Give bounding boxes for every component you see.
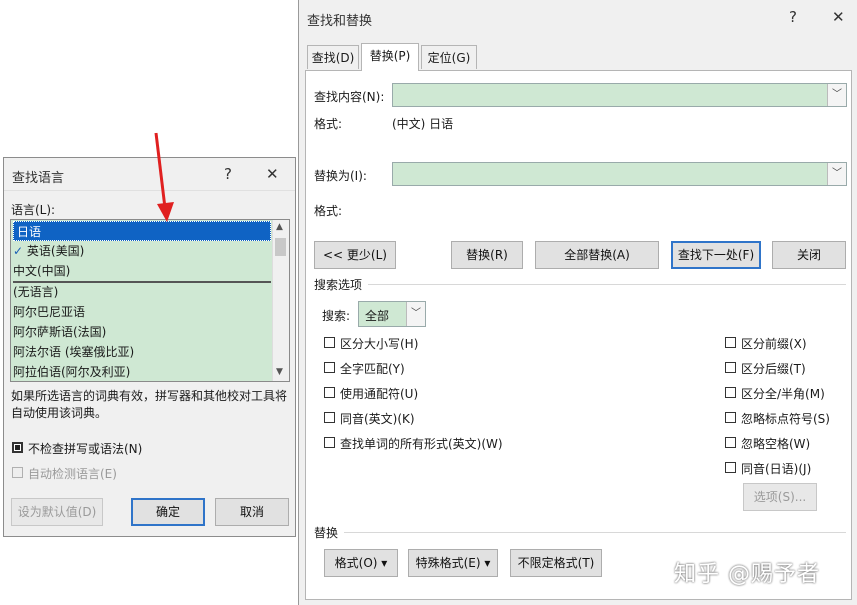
find-input[interactable]: ﹀ (392, 83, 847, 107)
replace-panel: 查找内容(N): ﹀ 格式: (中文) 日语 替换为(I): ﹀ 格式: << … (305, 70, 852, 600)
language-list[interactable]: 日语 ✓ 英语(美国) 中文(中国) (无语言) 阿尔巴尼亚语 阿尔萨斯语(法国… (10, 219, 290, 382)
replace-label: 替换为(I): (314, 169, 367, 183)
search-direction-arrow[interactable]: ﹀ (406, 302, 425, 326)
scroll-thumb[interactable] (275, 238, 286, 256)
find-format-value: (中文) 日语 (392, 117, 454, 131)
ok-button[interactable]: 确定 (131, 498, 205, 526)
no-formatting-button[interactable]: 不限定格式(T) (510, 549, 602, 577)
lang-help-icon[interactable]: ? (224, 165, 232, 183)
replace-button[interactable]: 替换(R) (451, 241, 523, 269)
list-scrollbar[interactable]: ▲ ▼ (272, 220, 289, 381)
spell-check-icon: ✓ (13, 244, 24, 258)
replace-section-title: 替换 (314, 526, 339, 540)
list-item[interactable]: 阿拉伯语(阿尔及利亚) (13, 362, 130, 381)
less-button[interactable]: << 更少(L) (314, 241, 396, 269)
find-next-button[interactable]: 查找下一处(F) (671, 241, 761, 269)
close-icon[interactable]: ✕ (832, 8, 845, 26)
all-word-forms-checkbox[interactable] (324, 437, 335, 448)
replace-all-button[interactable]: 全部替换(A) (535, 241, 659, 269)
wildcards-label: 使用通配符(U) (340, 387, 419, 401)
wildcards-checkbox[interactable] (324, 387, 335, 398)
replace-dropdown-arrow[interactable]: ﹀ (827, 163, 846, 185)
match-prefix-label: 区分前缀(X) (741, 337, 807, 351)
find-format-label: 格式: (314, 117, 343, 131)
list-item[interactable]: 中文(中国) (13, 261, 70, 281)
no-check-indicator (15, 445, 20, 450)
tab-find-label: 查找(D) (311, 51, 355, 65)
match-prefix-checkbox[interactable] (725, 337, 736, 348)
scroll-up-icon[interactable]: ▲ (276, 222, 283, 232)
auto-detect-checkbox[interactable] (12, 467, 23, 478)
find-label: 查找内容(N): (314, 90, 385, 104)
all-word-forms-label: 查找单词的所有形式(英文)(W) (340, 437, 503, 451)
format-button[interactable]: 格式(O) ▾ (324, 549, 398, 577)
lang-dialog-title: 查找语言 (12, 171, 65, 186)
match-width-checkbox[interactable] (725, 387, 736, 398)
search-direction-select[interactable]: 全部 ﹀ (358, 301, 426, 327)
tab-goto-label: 定位(G) (427, 51, 471, 65)
language-description: 如果所选语言的词典有效，拼写器和其他校对工具将自动使用该词典。 (11, 389, 288, 420)
search-options-divider (368, 284, 846, 285)
search-options-title: 搜索选项 (314, 278, 363, 292)
ignore-punct-checkbox[interactable] (725, 412, 736, 423)
match-suffix-label: 区分后缀(T) (741, 362, 806, 376)
replace-format-label: 格式: (314, 204, 343, 218)
match-case-checkbox[interactable] (324, 337, 335, 348)
tab-replace-label: 替换(P) (369, 49, 411, 63)
tab-goto[interactable]: 定位(G) (421, 45, 477, 69)
sounds-like-en-checkbox[interactable] (324, 412, 335, 423)
tab-replace[interactable]: 替换(P) (361, 43, 419, 71)
list-item[interactable]: ✓ 英语(美国) (13, 241, 84, 261)
lang-close-icon[interactable]: ✕ (266, 165, 279, 183)
find-dropdown-arrow[interactable]: ﹀ (827, 84, 846, 106)
no-check-label: 不检查拼写或语法(N) (28, 442, 143, 456)
list-item[interactable]: 阿尔巴尼亚语 (13, 302, 85, 322)
whole-word-checkbox[interactable] (324, 362, 335, 373)
special-button[interactable]: 特殊格式(E) ▾ (408, 549, 498, 577)
list-item[interactable]: (无语言) (13, 282, 58, 302)
ignore-space-label: 忽略空格(W) (741, 437, 811, 451)
find-replace-dialog: 查找和替换 ? ✕ 查找(D) 替换(P) 定位(G) 查找内容(N): ﹀ 格… (298, 0, 857, 605)
whole-word-label: 全字匹配(Y) (340, 362, 405, 376)
list-item[interactable]: 阿尔萨斯语(法国) (13, 322, 106, 342)
ignore-punct-label: 忽略标点符号(S) (741, 412, 830, 426)
language-list-label: 语言(L): (11, 203, 56, 217)
close-button[interactable]: 关闭 (772, 241, 846, 269)
dialog-title: 查找和替换 (307, 14, 373, 29)
list-item-label: 英语(美国) (26, 244, 85, 258)
scroll-down-icon[interactable]: ▼ (276, 367, 283, 377)
ignore-space-checkbox[interactable] (725, 437, 736, 448)
search-label: 搜索: (322, 309, 351, 323)
search-direction-value: 全部 (365, 309, 390, 323)
replace-section-divider (344, 532, 846, 533)
auto-detect-label: 自动检测语言(E) (28, 467, 117, 481)
sounds-like-ja-checkbox[interactable] (725, 462, 736, 473)
sounds-like-ja-label: 同音(日语)(J) (741, 462, 812, 476)
match-width-label: 区分全/半角(M) (741, 387, 825, 401)
list-item[interactable]: 阿法尔语 (埃塞俄比亚) (13, 342, 134, 362)
options-button[interactable]: 选项(S)... (743, 483, 817, 511)
match-suffix-checkbox[interactable] (725, 362, 736, 373)
help-icon[interactable]: ? (789, 8, 797, 26)
tab-find[interactable]: 查找(D) (307, 45, 359, 69)
annotation-arrow-icon (154, 132, 174, 222)
cancel-button[interactable]: 取消 (215, 498, 289, 526)
list-item[interactable]: 日语 (13, 221, 271, 241)
set-default-button[interactable]: 设为默认值(D) (11, 498, 103, 526)
watermark: 知乎 @赐予者 (674, 562, 820, 587)
no-check-checkbox[interactable] (12, 442, 23, 453)
sounds-like-en-label: 同音(英文)(K) (340, 412, 415, 426)
match-case-label: 区分大小写(H) (340, 337, 419, 351)
replace-input[interactable]: ﹀ (392, 162, 847, 186)
